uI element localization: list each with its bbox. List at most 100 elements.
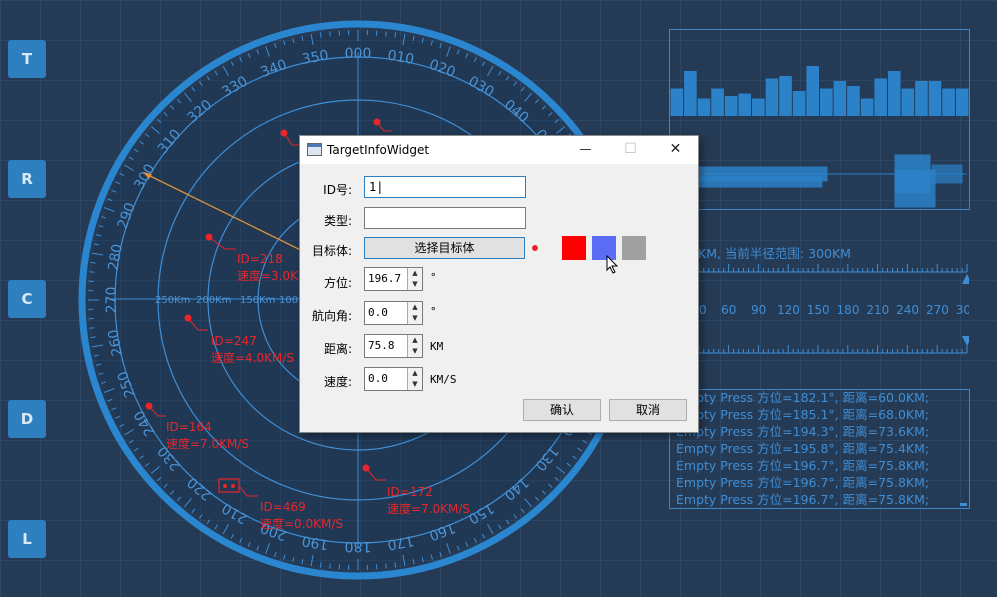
spin-down-icon[interactable]: ▼: [407, 313, 422, 324]
radar-degree-label: 180: [345, 538, 372, 554]
bar: [833, 81, 847, 116]
color-swatch-gray[interactable]: [622, 236, 646, 260]
close-button[interactable]: ✕: [653, 136, 698, 164]
heading-value: 0.0: [368, 306, 388, 319]
bar: [765, 78, 779, 116]
window-icon: [307, 143, 322, 156]
target-speed-label: 速度=7.0KM/S: [166, 436, 249, 451]
scale-label: 90: [751, 303, 766, 317]
spin-up-icon[interactable]: ▲: [407, 302, 422, 313]
select-target-button[interactable]: 选择目标体: [364, 237, 525, 259]
distance-unit: KM: [430, 340, 444, 353]
radar-degree-label: 000: [345, 46, 372, 62]
radar-tick: [329, 31, 331, 37]
mouse-cursor-icon: [606, 255, 619, 274]
spin-down-icon[interactable]: ▼: [407, 279, 422, 290]
maximize-button[interactable]: ☐: [608, 136, 653, 164]
target-speed-label: 速度=4.0KM/S: [211, 350, 294, 365]
bar: [942, 88, 955, 116]
target-speed-label: 速度=7.0KM/S: [387, 501, 470, 516]
spin-down-icon[interactable]: ▼: [407, 346, 422, 357]
target-label: 目标体:: [311, 244, 352, 258]
radar-tick: [90, 336, 96, 339]
radar-degree-label: 270: [104, 287, 120, 314]
spin-up-icon[interactable]: ▲: [407, 335, 422, 346]
spin-up-icon[interactable]: ▲: [407, 368, 422, 379]
target-id-label: ID=164: [166, 420, 212, 434]
radar-tick: [319, 32, 322, 38]
radar-tick: [90, 261, 96, 264]
bar-chart: [670, 66, 969, 208]
distance-spinbox[interactable]: 75.8 ▲ ▼: [364, 334, 423, 358]
distance-label: 距离:: [323, 342, 352, 356]
range-label: 150Km: [240, 295, 275, 306]
target-dot-indicator: [532, 245, 538, 251]
bearing-value: 196.7: [368, 272, 402, 285]
scale-handle-bottom[interactable]: [962, 336, 969, 346]
type-label: 类型:: [323, 214, 352, 228]
range-scale[interactable]: 306090120150180210240270300: [669, 260, 969, 370]
radar-tick: [89, 327, 95, 329]
target-id-label: ID=218: [237, 252, 283, 266]
range-label: 200Km: [196, 295, 231, 306]
radar-tick: [329, 563, 331, 569]
bar: [915, 81, 928, 116]
target-id-label: ID=172: [387, 485, 433, 499]
log-scrollbar-grip[interactable]: [960, 503, 967, 506]
spin-up-icon[interactable]: ▲: [407, 268, 422, 279]
bar: [724, 96, 738, 116]
scale-label: 240: [896, 303, 919, 317]
radar-tick: [394, 32, 397, 38]
scale-label: 180: [837, 303, 860, 317]
id-label: ID号:: [323, 183, 352, 197]
bar: [874, 78, 887, 116]
bar-chart-panel: [669, 29, 970, 210]
heading-unit: °: [430, 305, 437, 318]
confirm-button[interactable]: 确认: [523, 399, 601, 421]
dialog-title: TargetInfoWidget: [327, 143, 430, 157]
bar: [711, 88, 724, 116]
heading-spinbox[interactable]: 0.0 ▲ ▼: [364, 301, 423, 325]
bar: [928, 81, 942, 116]
speed-unit: KM/S: [430, 373, 457, 386]
range-label: 100: [279, 295, 298, 306]
bar: [901, 88, 915, 116]
target-speed-label: 速度=0.0KM/S: [260, 516, 343, 531]
scale-ticks-bottom: [669, 345, 968, 353]
bar: [684, 71, 697, 116]
bar: [779, 76, 792, 116]
dialog-title-bar[interactable]: TargetInfoWidget — ☐ ✕: [300, 136, 698, 164]
bar: [847, 86, 860, 116]
id-field[interactable]: 1|: [364, 176, 526, 198]
speed-spinbox[interactable]: 0.0 ▲ ▼: [364, 367, 423, 391]
range-label: 250Km: [155, 295, 190, 306]
scale-label: 60: [721, 303, 736, 317]
bearing-spinbox[interactable]: 196.7 ▲ ▼: [364, 267, 423, 291]
heading-label: 航向角:: [311, 309, 352, 323]
bearing-unit: °: [430, 271, 437, 284]
scale-ticks-top: [669, 264, 968, 272]
radar-tick: [385, 31, 387, 37]
speed-value: 0.0: [368, 372, 388, 385]
spin-down-icon[interactable]: ▼: [407, 379, 422, 390]
bar: [792, 91, 806, 116]
bar: [887, 71, 901, 116]
target-info-dialog: TargetInfoWidget — ☐ ✕ ID号: 1| 类型: 目标体: …: [300, 136, 698, 432]
scale-handle-top[interactable]: [962, 274, 969, 284]
bar: [697, 98, 711, 116]
type-field[interactable]: [364, 207, 526, 229]
color-swatch-red[interactable]: [562, 236, 586, 260]
minimize-button[interactable]: —: [563, 136, 608, 164]
scale-label: 120: [777, 303, 800, 317]
scale-label: 210: [866, 303, 889, 317]
bar: [806, 66, 819, 116]
bar: [738, 93, 752, 116]
cancel-button[interactable]: 取消: [609, 399, 687, 421]
bearing-label: 方位:: [323, 276, 352, 290]
radar-tick: [394, 562, 397, 568]
scale-label: 270: [926, 303, 949, 317]
scale-label: 300: [956, 303, 969, 317]
radar-tick: [319, 562, 322, 568]
bar: [955, 88, 969, 116]
bar: [670, 88, 684, 116]
